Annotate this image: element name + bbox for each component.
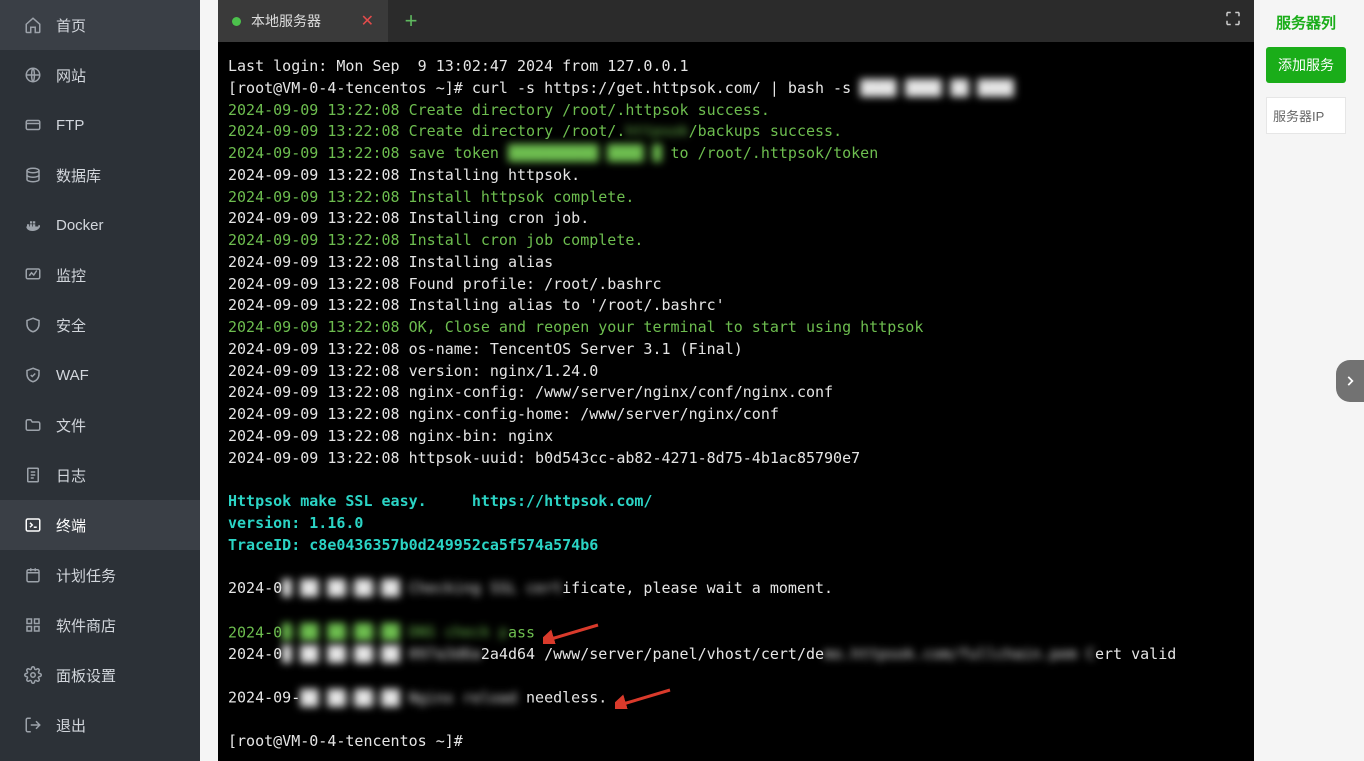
server-side-panel: 服务器列 添加服务 服务器IP xyxy=(1266,0,1346,761)
sidebar-item-shield[interactable]: 安全 xyxy=(0,300,200,350)
database-icon xyxy=(24,166,42,184)
server-ip-box: 服务器IP xyxy=(1266,97,1346,134)
logout-icon xyxy=(24,716,42,734)
log-icon xyxy=(24,466,42,484)
terminal-line: 2024-0█-██ ██:██:██ DNS check pass xyxy=(228,622,1244,644)
terminal-tab[interactable]: 本地服务器 ✕ xyxy=(218,0,388,42)
sidebar-item-folder[interactable]: 文件 xyxy=(0,400,200,450)
terminal-icon xyxy=(24,516,42,534)
schedule-icon xyxy=(24,566,42,584)
sidebar-item-label: 软件商店 xyxy=(56,615,116,636)
terminal-line xyxy=(228,710,1244,732)
sidebar-item-label: 文件 xyxy=(56,415,86,436)
docker-icon xyxy=(24,216,42,234)
sidebar-item-label: FTP xyxy=(56,117,84,134)
sidebar-item-label: 监控 xyxy=(56,265,86,286)
terminal-line: 2024-09-09 13:22:08 Installing alias xyxy=(228,252,1244,274)
fullscreen-icon[interactable] xyxy=(1224,10,1242,33)
tab-label: 本地服务器 xyxy=(251,11,321,31)
status-dot-icon xyxy=(232,17,241,26)
terminal-line xyxy=(228,556,1244,578)
sidebar-item-globe[interactable]: 网站 xyxy=(0,50,200,100)
arrow-annotation-icon xyxy=(535,622,603,644)
sidebar-item-logout[interactable]: 退出 xyxy=(0,700,200,750)
terminal-line: 2024-09-██ ██:██:██ Nginx reload needles… xyxy=(228,687,1244,709)
terminal-line: 2024-09-09 13:22:08 nginx-config-home: /… xyxy=(228,404,1244,426)
sidebar-item-home[interactable]: 首页 xyxy=(0,0,200,50)
terminal-line: [root@VM-0-4-tencentos ~]# xyxy=(228,731,1244,753)
terminal-line: 2024-09-09 13:22:08 version: nginx/1.24.… xyxy=(228,361,1244,383)
sidebar-item-label: 退出 xyxy=(56,715,86,736)
sidebar-item-label: 数据库 xyxy=(56,165,101,186)
terminal-line: Last login: Mon Sep 9 13:02:47 2024 from… xyxy=(228,56,1244,78)
sidebar-item-settings[interactable]: 面板设置 xyxy=(0,650,200,700)
terminal-line xyxy=(228,600,1244,622)
sidebar-item-label: WAF xyxy=(56,367,89,384)
terminal-line: 2024-09-09 13:22:08 nginx-config: /www/s… xyxy=(228,382,1244,404)
terminal-line: TraceID: c8e0436357b0d249952ca5f574a574b… xyxy=(228,535,1244,557)
sidebar-item-label: 首页 xyxy=(56,15,86,36)
home-icon xyxy=(24,16,42,34)
terminal-line: 2024-09-09 13:22:08 Install cron job com… xyxy=(228,230,1244,252)
shield-icon xyxy=(24,316,42,334)
terminal-output[interactable]: Last login: Mon Sep 9 13:02:47 2024 from… xyxy=(218,42,1254,761)
sidebar-item-label: 计划任务 xyxy=(56,565,116,586)
terminal-line: 2024-09-09 13:22:08 os-name: TencentOS S… xyxy=(228,339,1244,361)
new-tab-button[interactable]: + xyxy=(388,0,434,42)
sidebar-item-ftp[interactable]: FTP xyxy=(0,100,200,150)
sidebar-item-label: 安全 xyxy=(56,315,86,336)
terminal-line: 2024-0█ ██ ██:██:██ Checking SSL certifi… xyxy=(228,578,1244,600)
terminal-line xyxy=(228,469,1244,491)
terminal-line: 2024-09-09 13:22:08 Installing alias to … xyxy=(228,295,1244,317)
sidebar-item-terminal[interactable]: 终端 xyxy=(0,500,200,550)
terminal-line: [root@VM-0-4-tencentos ~]# curl -s https… xyxy=(228,78,1244,100)
settings-icon xyxy=(24,666,42,684)
main-area: 本地服务器 ✕ + Last login: Mon Sep 9 13:02:47… xyxy=(200,0,1364,761)
terminal-line: 2024-09-09 13:22:08 Create directory /ro… xyxy=(228,100,1244,122)
terminal-line: 2024-09-09 13:22:08 Found profile: /root… xyxy=(228,274,1244,296)
globe-icon xyxy=(24,66,42,84)
sidebar-item-label: Docker xyxy=(56,217,104,234)
sidebar-item-log[interactable]: 日志 xyxy=(0,450,200,500)
sidebar: 首页网站 FTP 数据库 Docker 监控安全 WAF 文件日志终端计划任务软件商店面板设… xyxy=(0,0,200,761)
monitor-icon xyxy=(24,266,42,284)
close-tab-icon[interactable]: ✕ xyxy=(361,11,374,31)
sidebar-item-waf[interactable]: WAF xyxy=(0,350,200,400)
sidebar-item-label: 网站 xyxy=(56,65,86,86)
terminal-line xyxy=(228,666,1244,688)
server-list-link[interactable]: 服务器列 xyxy=(1266,0,1346,47)
terminal-line: 2024-09-09 13:22:08 Installing httpsok. xyxy=(228,165,1244,187)
sidebar-item-label: 日志 xyxy=(56,465,86,486)
terminal-line: 2024-09-09 13:22:08 OK, Close and reopen… xyxy=(228,317,1244,339)
terminal-tabs-bar: 本地服务器 ✕ + xyxy=(218,0,1254,42)
terminal-line: Httpsok make SSL easy. https://httpsok.c… xyxy=(228,491,1244,513)
sidebar-item-database[interactable]: 数据库 xyxy=(0,150,200,200)
terminal-line: 2024-09-09 13:22:08 save token █████████… xyxy=(228,143,1244,165)
terminal-line: version: 1.16.0 xyxy=(228,513,1244,535)
sidebar-item-label: 终端 xyxy=(56,515,86,536)
sidebar-item-store[interactable]: 软件商店 xyxy=(0,600,200,650)
sidebar-item-docker[interactable]: Docker xyxy=(0,200,200,250)
add-server-button[interactable]: 添加服务 xyxy=(1266,47,1346,83)
waf-icon xyxy=(24,366,42,384)
sidebar-item-monitor[interactable]: 监控 xyxy=(0,250,200,300)
terminal-line: 2024-09-09 13:22:08 Install httpsok comp… xyxy=(228,187,1244,209)
ftp-icon xyxy=(24,116,42,134)
terminal-line: 2024-09-09 13:22:08 httpsok-uuid: b0d543… xyxy=(228,448,1244,470)
terminal-panel: 本地服务器 ✕ + Last login: Mon Sep 9 13:02:47… xyxy=(218,0,1254,761)
terminal-line: 2024-0█ ██ ██:██:██ 097a3d6a2a4d64 /www/… xyxy=(228,644,1244,666)
arrow-annotation-icon xyxy=(607,687,675,709)
sidebar-item-schedule[interactable]: 计划任务 xyxy=(0,550,200,600)
folder-icon xyxy=(24,416,42,434)
sidebar-item-label: 面板设置 xyxy=(56,665,116,686)
terminal-line: 2024-09-09 13:22:08 nginx-bin: nginx xyxy=(228,426,1244,448)
chevron-right-icon[interactable] xyxy=(1336,360,1364,402)
store-icon xyxy=(24,616,42,634)
terminal-line: 2024-09-09 13:22:08 Create directory /ro… xyxy=(228,121,1244,143)
terminal-line: 2024-09-09 13:22:08 Installing cron job. xyxy=(228,208,1244,230)
